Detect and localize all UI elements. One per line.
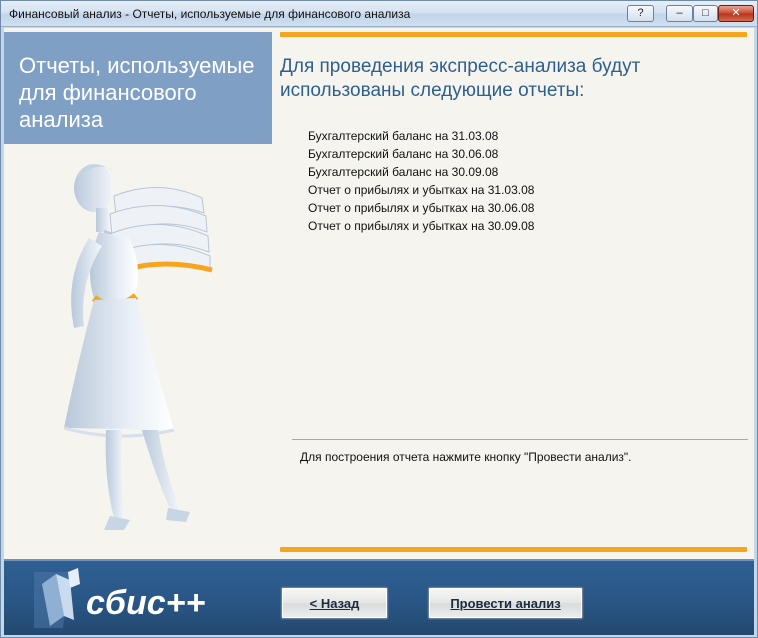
report-item: Отчет о прибылях и убытках на 31.03.08 [308,183,535,197]
page-heading: Для проведения экспресс-анализа будут ис… [280,56,641,101]
report-list: Бухгалтерский баланс на 31.03.08 Бухгалт… [308,127,534,235]
divider [292,439,748,440]
report-item: Отчет о прибылях и убытках на 30.06.08 [308,201,535,215]
sbis-logo: сбис++ [34,568,205,628]
left-panel: Отчеты, используемые для финансового ана… [4,28,272,559]
woman-with-papers-illustration [63,164,213,530]
title-bar[interactable]: Финансовый анализ - Отчеты, используемые… [1,1,757,27]
maximize-button[interactable]: □ [693,5,718,22]
footer-bar: сбис++ < Назад Провести анализ [4,559,754,635]
help-button[interactable]: ? [627,5,654,22]
report-item: Бухгалтерский баланс на 30.06.08 [308,147,499,161]
minimize-button[interactable]: – [666,5,693,22]
wizard-page: Отчеты, используемые для финансового ана… [4,28,754,559]
hint-text: Для построения отчета нажмите кнопку "Пр… [300,450,632,464]
bottom-accent-stripe [280,547,747,552]
run-analysis-button[interactable]: Провести анализ [428,587,583,619]
logo-text: сбис++ [86,584,205,622]
run-analysis-button-label: Провести анализ [450,595,561,611]
close-button[interactable]: ✕ [718,5,754,22]
report-item: Отчет о прибылях и убытках на 30.09.08 [308,219,535,233]
back-button-label: < Назад [309,595,360,611]
window-title: Финансовый анализ - Отчеты, используемые… [9,7,411,21]
report-item: Бухгалтерский баланс на 30.09.08 [308,165,499,179]
main-window: Финансовый анализ - Отчеты, используемые… [0,0,758,638]
left-header: Отчеты, используемые для финансового ана… [4,32,272,144]
report-item: Бухгалтерский баланс на 31.03.08 [308,129,499,143]
back-button[interactable]: < Назад [281,587,388,619]
top-accent-stripe [280,32,747,37]
left-header-title: Отчеты, используемые для финансового ана… [19,53,255,132]
